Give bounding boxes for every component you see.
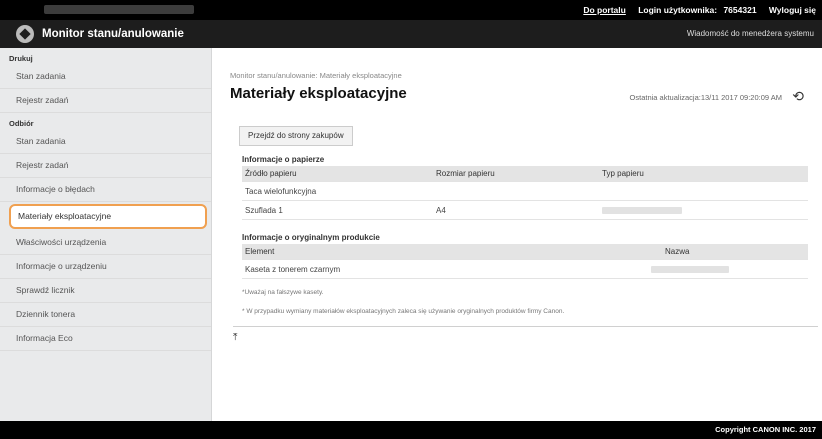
top-links: Do portalu Login użytkownika: 7654321 Wy… bbox=[573, 5, 816, 15]
top-bar: Do portalu Login użytkownika: 7654321 Wy… bbox=[0, 0, 822, 20]
element-cell: Kaseta z tonerem czarnym bbox=[242, 259, 648, 279]
login-id: 7654321 bbox=[723, 5, 757, 15]
paper-source-cell: Szuflada 1 bbox=[242, 200, 433, 220]
sidebar-item-receive-job-status[interactable]: Stan zadania bbox=[0, 130, 211, 154]
refresh-icon[interactable]: ⟲ bbox=[792, 88, 804, 105]
paper-type-cell bbox=[599, 181, 808, 201]
column-header-paper-source: Źródło papieru bbox=[242, 166, 433, 182]
admin-message-link[interactable]: Wiadomość do menedżera systemu bbox=[687, 29, 814, 38]
sidebar-item-eco-info[interactable]: Informacja Eco bbox=[0, 327, 211, 351]
sidebar-item-error-info[interactable]: Informacje o błędach bbox=[0, 178, 211, 202]
column-header-paper-size: Rozmiar papieru bbox=[433, 166, 599, 182]
sidebar-item-device-info[interactable]: Informacje o urządzeniu bbox=[0, 255, 211, 279]
sidebar-item-consumables[interactable]: Materiały eksploatacyjne bbox=[9, 204, 207, 229]
last-update-text: Ostatnia aktualizacja:13/11 2017 09:20:0… bbox=[629, 93, 782, 102]
breadcrumb: Monitor stanu/anulowanie: Materiały eksp… bbox=[230, 71, 402, 80]
paper-type-cell bbox=[599, 200, 808, 220]
back-to-top-icon[interactable]: ⤒ bbox=[233, 332, 237, 343]
sidebar-item-check-counter[interactable]: Sprawdź licznik bbox=[0, 279, 211, 303]
portal-link[interactable]: Do portalu bbox=[583, 5, 626, 15]
column-header-paper-type: Typ papieru bbox=[599, 166, 808, 182]
table-header-row: Element Nazwa bbox=[242, 244, 808, 260]
table-row: Taca wielofunkcyjna bbox=[242, 181, 808, 201]
app-header: Monitor stanu/anulowanie Wiadomość do me… bbox=[0, 20, 822, 48]
redacted-value bbox=[651, 265, 729, 273]
name-cell bbox=[648, 259, 808, 279]
divider bbox=[233, 326, 818, 327]
monitor-logo-icon bbox=[16, 25, 34, 43]
sidebar-item-receive-job-log[interactable]: Rejestr zadań bbox=[0, 154, 211, 178]
paper-info-table: Źródło papieru Rozmiar papieru Typ papie… bbox=[242, 166, 808, 220]
device-name bbox=[44, 5, 194, 14]
footer: Copyright CANON INC. 2017 bbox=[0, 421, 822, 439]
paper-source-cell: Taca wielofunkcyjna bbox=[242, 181, 433, 201]
table-header-row: Źródło papieru Rozmiar papieru Typ papie… bbox=[242, 166, 808, 182]
purchase-page-button[interactable]: Przejdź do strony zakupów bbox=[239, 126, 353, 146]
sidebar: Drukuj Stan zadania Rejestr zadań Odbiór… bbox=[0, 48, 212, 421]
genuine-product-table: Element Nazwa Kaseta z tonerem czarnym bbox=[242, 244, 808, 279]
column-header-element: Element bbox=[242, 244, 648, 260]
paper-size-cell bbox=[433, 181, 599, 201]
sidebar-item-toner-log[interactable]: Dziennik tonera bbox=[0, 303, 211, 327]
sidebar-section-receive: Odbiór bbox=[9, 119, 34, 128]
app-title: Monitor stanu/anulowanie bbox=[42, 28, 184, 40]
sidebar-item-print-job-log[interactable]: Rejestr zadań bbox=[0, 89, 211, 113]
column-header-name: Nazwa bbox=[648, 244, 808, 260]
sidebar-section-print: Drukuj bbox=[9, 54, 33, 63]
paper-size-cell: A4 bbox=[433, 200, 599, 220]
table-row: Szuflada 1 A4 bbox=[242, 200, 808, 220]
table-row: Kaseta z tonerem czarnym bbox=[242, 259, 808, 279]
genuine-section-title: Informacje o oryginalnym produkcie bbox=[242, 233, 380, 242]
main-content: Monitor stanu/anulowanie: Materiały eksp… bbox=[212, 48, 822, 421]
login-label: Login użytkownika: bbox=[638, 5, 718, 15]
sidebar-item-print-job-status[interactable]: Stan zadania bbox=[0, 65, 211, 89]
redacted-value bbox=[602, 206, 682, 214]
paper-section-title: Informacje o papierze bbox=[242, 155, 325, 164]
copyright-text: Copyright CANON INC. 2017 bbox=[715, 425, 816, 434]
genuine-products-note: * W przypadku wymiany materiałów eksploa… bbox=[242, 308, 565, 315]
logout-link[interactable]: Wyloguj się bbox=[769, 5, 816, 15]
page-title: Materiały eksploatacyjne bbox=[230, 85, 407, 102]
sidebar-item-device-features[interactable]: Właściwości urządzenia bbox=[0, 231, 211, 255]
fake-cartridge-note: *Uważaj na fałszywe kasety. bbox=[242, 289, 324, 296]
